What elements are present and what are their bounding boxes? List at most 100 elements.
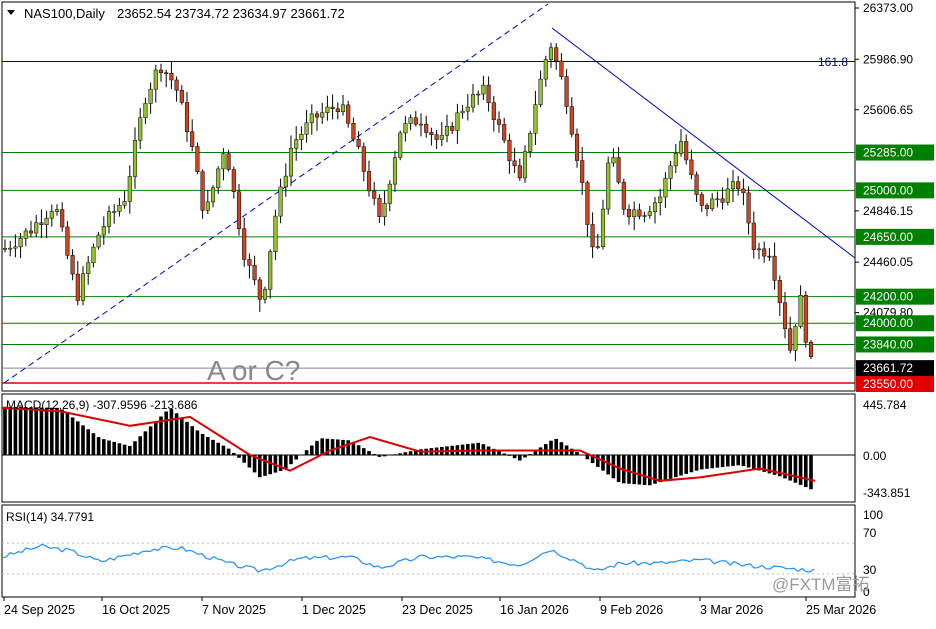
candle-body-111 xyxy=(580,160,585,183)
macd-bar-34 xyxy=(180,417,184,455)
macd-bar-29 xyxy=(154,421,158,455)
candle-body-29 xyxy=(153,69,158,90)
macd-bar-41 xyxy=(216,442,220,455)
candle-body-146 xyxy=(762,248,767,257)
macd-bar-98 xyxy=(512,455,517,459)
candle-body-154 xyxy=(803,295,808,343)
macd-bar-50 xyxy=(263,455,267,476)
candle-body-131 xyxy=(684,141,689,161)
candle-body-25 xyxy=(132,140,138,177)
macd-bar-1 xyxy=(8,406,12,455)
candle-body-82 xyxy=(429,132,434,135)
candle-body-141 xyxy=(736,181,741,190)
candle-body-128 xyxy=(668,165,673,179)
candle-body-19 xyxy=(101,226,106,236)
macd-bar-32 xyxy=(169,409,174,455)
macd-bar-107 xyxy=(559,442,564,455)
macd-bar-21 xyxy=(112,441,116,455)
candle-body-2 xyxy=(13,246,18,249)
candle-body-66 xyxy=(346,104,351,124)
candle-body-23 xyxy=(122,201,127,206)
macd-bar-5 xyxy=(29,407,33,455)
rsi-panel xyxy=(1,504,856,598)
time-tick-label-3: 1 Dec 2025 xyxy=(302,603,366,617)
macd-bar-142 xyxy=(741,455,746,467)
candle-body-101 xyxy=(528,133,533,152)
candle-body-50 xyxy=(262,289,268,300)
macd-bar-19 xyxy=(102,439,106,455)
macd-bar-67 xyxy=(351,442,356,455)
candle-body-87 xyxy=(455,112,460,131)
macd-bar-110 xyxy=(575,451,579,455)
fib-label: 161.8 xyxy=(818,55,848,69)
candle-body-21 xyxy=(112,211,117,213)
candle-body-121 xyxy=(632,209,637,218)
candle-body-9 xyxy=(49,211,54,219)
candle-body-127 xyxy=(663,178,668,198)
macd-tick-top: 445.784 xyxy=(863,398,907,412)
macd-bar-10 xyxy=(55,407,59,455)
macd-bar-70 xyxy=(367,451,371,455)
candle-body-26 xyxy=(138,117,143,141)
candle-body-122 xyxy=(637,209,642,217)
time-tick-label-2: 7 Nov 2025 xyxy=(202,603,266,617)
macd-bar-123 xyxy=(642,455,647,485)
candle-body-16 xyxy=(86,262,91,274)
macd-bar-56 xyxy=(294,455,298,460)
candle-body-47 xyxy=(247,259,252,266)
candle-body-130 xyxy=(678,141,684,154)
candle-body-119 xyxy=(621,181,626,210)
chart-root: 26373.00 25986.90 25606.65 24846.15 24460.05… xyxy=(0,0,936,624)
candle-body-139 xyxy=(725,188,730,203)
macd-bar-133 xyxy=(694,455,699,471)
macd-bar-136 xyxy=(710,455,714,469)
annotation-text: A or C? xyxy=(207,355,300,386)
macd-bar-37 xyxy=(195,430,200,455)
macd-bar-43 xyxy=(226,448,231,455)
candle-body-13 xyxy=(70,255,75,275)
macd-bar-54 xyxy=(284,455,288,469)
macd-bar-45 xyxy=(237,455,241,458)
macd-label: MACD(12,26,9) -307.9596 -213.686 xyxy=(6,398,198,412)
macd-bar-124 xyxy=(648,455,652,486)
macd-bar-36 xyxy=(190,426,194,455)
macd-bar-69 xyxy=(362,448,366,455)
red-level-label: 23550.00 xyxy=(863,377,913,391)
macd-bar-130 xyxy=(679,455,683,476)
candle-body-77 xyxy=(403,123,408,134)
macd-bar-28 xyxy=(148,426,153,455)
candle-body-18 xyxy=(96,234,101,248)
macd-tick-zero: 0.00 xyxy=(863,449,887,463)
macd-bar-137 xyxy=(715,455,720,468)
macd-bar-61 xyxy=(320,438,324,455)
chart-svg: 26373.00 25986.90 25606.65 24846.15 24460.05… xyxy=(1,1,934,617)
candle-body-11 xyxy=(60,209,65,228)
candle-body-68 xyxy=(356,138,361,147)
candle-body-138 xyxy=(720,198,725,203)
macd-bar-139 xyxy=(726,455,730,467)
rsi-tick-100: 100 xyxy=(863,508,883,522)
macd-bar-135 xyxy=(705,455,709,469)
candle-body-95 xyxy=(496,119,502,125)
candle-body-109 xyxy=(569,106,574,135)
macd-bar-51 xyxy=(268,455,272,475)
macd-bar-47 xyxy=(247,455,252,468)
candle-body-145 xyxy=(756,248,762,251)
macd-bar-8 xyxy=(44,407,49,455)
candle-body-42 xyxy=(221,153,226,170)
candle-body-36 xyxy=(190,131,195,147)
candle-body-40 xyxy=(210,187,216,203)
candle-body-27 xyxy=(143,103,148,118)
candle-body-143 xyxy=(746,192,751,224)
macd-bar-152 xyxy=(793,455,798,483)
candle-body-96 xyxy=(502,124,507,141)
watermark: @FXTM富拓 xyxy=(772,575,870,594)
macd-bar-6 xyxy=(34,407,38,455)
price-tick-label-3: 24846.15 xyxy=(863,204,913,218)
macd-bar-129 xyxy=(674,455,678,478)
price-tick-label-4: 24460.05 xyxy=(863,255,913,269)
macd-bar-27 xyxy=(143,431,148,455)
time-axis: 24 Sep 2025 16 Oct 2025 7 Nov 2025 1 Dec 20… xyxy=(3,597,876,617)
candle-body-144 xyxy=(751,222,756,250)
price-tick-label-0: 26373.00 xyxy=(863,1,913,15)
